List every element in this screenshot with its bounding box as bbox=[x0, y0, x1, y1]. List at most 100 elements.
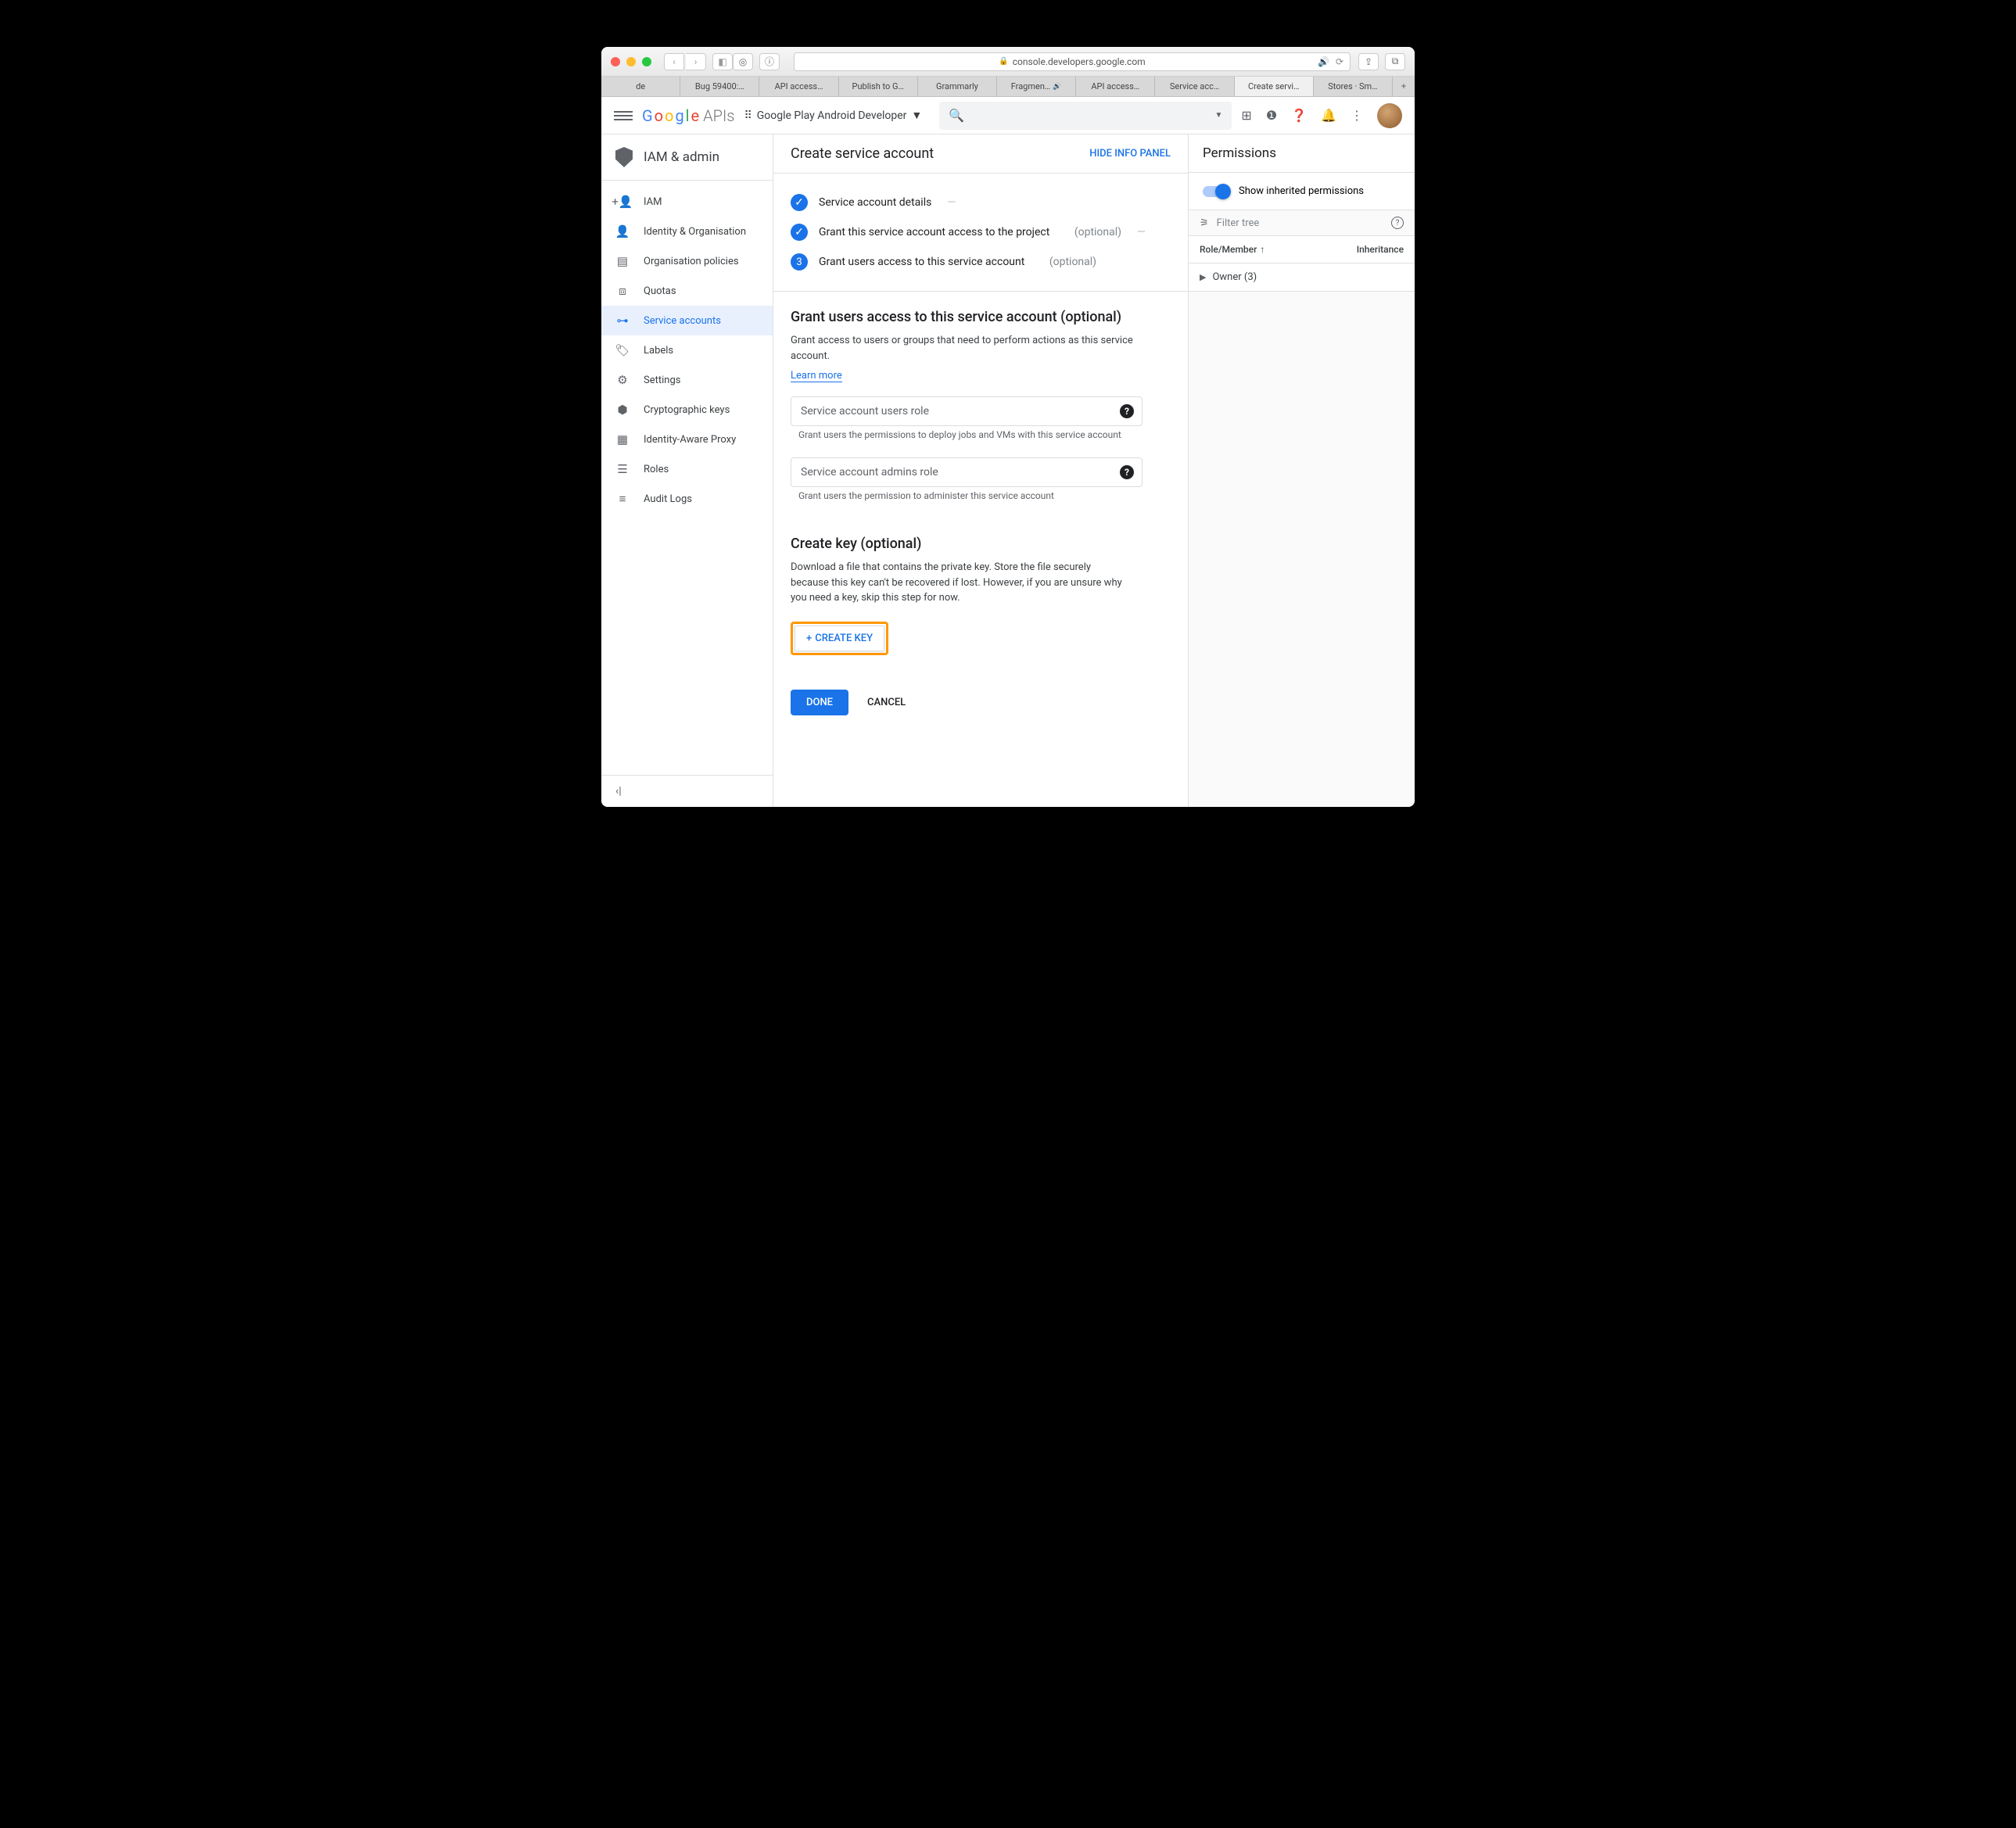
step-number-badge: 3 bbox=[791, 253, 808, 271]
tab-sound-icon[interactable]: 🔊 bbox=[1053, 83, 1061, 91]
more-icon[interactable]: ⋮ bbox=[1351, 108, 1363, 123]
extension-icon[interactable]: ◎ bbox=[733, 53, 753, 70]
gift-icon[interactable]: ⊞ bbox=[1241, 108, 1251, 123]
sidebar-item-identity[interactable]: 👤Identity & Organisation bbox=[601, 217, 773, 246]
help-icon[interactable]: ? bbox=[1120, 404, 1134, 418]
form-actions: DONE CANCEL bbox=[773, 672, 1188, 733]
cancel-button[interactable]: CANCEL bbox=[867, 697, 906, 708]
filter-icon[interactable]: ⚞ bbox=[1200, 217, 1209, 229]
expand-arrow-icon[interactable]: ▶ bbox=[1200, 272, 1206, 282]
sidebar-item-audit[interactable]: ≡Audit Logs bbox=[601, 484, 773, 514]
search-input[interactable]: 🔍 ▼ bbox=[939, 102, 1232, 130]
browser-tab[interactable]: Stores · Sm… bbox=[1314, 77, 1393, 96]
forward-button[interactable]: › bbox=[686, 53, 706, 70]
info-icon[interactable]: ⓘ bbox=[759, 53, 780, 70]
grant-access-section: Grant users access to this service accou… bbox=[773, 292, 1188, 536]
google-apis-logo[interactable]: Google APIs bbox=[642, 106, 734, 125]
step-1[interactable]: Service account details — bbox=[791, 188, 1171, 217]
titlebar: ‹ › ◧ ◎ ⓘ 🔒 console.developers.google.co… bbox=[601, 47, 1415, 77]
edit-dash-icon[interactable]: — bbox=[1137, 226, 1146, 238]
done-button[interactable]: DONE bbox=[791, 690, 848, 715]
alert-icon[interactable]: ❶ bbox=[1266, 108, 1277, 123]
inherited-toggle[interactable] bbox=[1203, 186, 1229, 197]
browser-tab[interactable]: Publish to G… bbox=[839, 77, 918, 96]
main-content: Create service account HIDE INFO PANEL S… bbox=[773, 134, 1415, 807]
create-key-button[interactable]: + CREATE KEY bbox=[795, 625, 884, 651]
tabs-button[interactable]: ⧉ bbox=[1385, 53, 1405, 70]
sidebar-item-quotas[interactable]: ⧈Quotas bbox=[601, 276, 773, 306]
role-row[interactable]: ▶ Owner (3) bbox=[1189, 263, 1415, 292]
check-icon bbox=[791, 224, 808, 241]
sidebar-item-settings[interactable]: ⚙Settings bbox=[601, 365, 773, 395]
browser-tab[interactable]: API access… bbox=[1076, 77, 1155, 96]
page-title: Create service account bbox=[791, 145, 934, 162]
search-icon: 🔍 bbox=[949, 108, 964, 123]
section-title: Grant users access to this service accou… bbox=[791, 309, 1171, 325]
project-name: Google Play Android Developer bbox=[757, 109, 907, 122]
address-bar[interactable]: 🔒 console.developers.google.com 🔊 ⟳ bbox=[794, 52, 1351, 71]
section-desc: Download a file that contains the privat… bbox=[791, 560, 1127, 606]
browser-tab-active[interactable]: Create servi… bbox=[1235, 77, 1314, 96]
sound-icon[interactable]: 🔊 bbox=[1318, 56, 1329, 67]
browser-tab[interactable]: Bug 59400:… bbox=[680, 77, 759, 96]
permissions-panel: Permissions Show inherited permissions ⚞… bbox=[1188, 134, 1415, 807]
maximize-window-button[interactable] bbox=[642, 57, 651, 66]
proxy-icon: ▦ bbox=[615, 432, 630, 446]
field-hint: Grant users the permission to administer… bbox=[791, 487, 1143, 514]
browser-tab[interactable]: Service acc… bbox=[1155, 77, 1234, 96]
browser-tab[interactable]: API access… bbox=[759, 77, 838, 96]
share-button[interactable]: ⇪ bbox=[1358, 53, 1379, 70]
section-desc: Grant access to users or groups that nee… bbox=[791, 333, 1171, 364]
project-selector[interactable]: ⠿ Google Play Android Developer ▼ bbox=[744, 109, 922, 122]
reload-icon[interactable]: ⟳ bbox=[1336, 56, 1343, 67]
browser-tab[interactable]: Grammarly bbox=[918, 77, 997, 96]
sidebar-item-policies[interactable]: ▤Organisation policies bbox=[601, 246, 773, 276]
create-key-section: Create key (optional) Download a file th… bbox=[773, 536, 1188, 672]
step-3: 3 Grant users access to this service acc… bbox=[791, 247, 1171, 277]
filter-row: ⚞ Filter tree ? bbox=[1189, 210, 1415, 236]
sidebar-item-iam[interactable]: +👤IAM bbox=[601, 187, 773, 217]
help-icon[interactable]: ❓ bbox=[1291, 108, 1307, 123]
minimize-window-button[interactable] bbox=[626, 57, 636, 66]
help-icon[interactable]: ? bbox=[1391, 217, 1404, 229]
sidebar-item-crypto[interactable]: ⬢Cryptographic keys bbox=[601, 395, 773, 425]
lock-icon: ⬢ bbox=[615, 403, 630, 417]
sidebar-item-iap[interactable]: ▦Identity-Aware Proxy bbox=[601, 425, 773, 454]
sort-arrow-icon[interactable]: ↑ bbox=[1260, 244, 1264, 255]
learn-more-link[interactable]: Learn more bbox=[791, 370, 842, 382]
users-role-input[interactable]: Service account users role ? bbox=[791, 396, 1143, 426]
lock-icon: 🔒 bbox=[999, 57, 1008, 66]
help-icon[interactable]: ? bbox=[1120, 465, 1134, 479]
collapse-sidebar-button[interactable]: ‹| bbox=[601, 775, 773, 807]
avatar[interactable] bbox=[1377, 103, 1402, 128]
browser-tab[interactable]: Fragmen…🔊 bbox=[997, 77, 1076, 96]
table-header: Role/Member ↑ Inheritance bbox=[1189, 236, 1415, 263]
tag-icon: 🏷 bbox=[615, 343, 630, 357]
edit-dash-icon[interactable]: — bbox=[947, 196, 956, 209]
step-2[interactable]: Grant this service account access to the… bbox=[791, 217, 1171, 247]
sidebar-item-labels[interactable]: 🏷Labels bbox=[601, 335, 773, 365]
sidebar-item-roles[interactable]: ☰Roles bbox=[601, 454, 773, 484]
chevron-down-icon: ▼ bbox=[1215, 111, 1223, 120]
person-icon: 👤 bbox=[615, 224, 630, 238]
sidebar-toggle-button[interactable]: ◧ bbox=[712, 53, 733, 70]
url-text: console.developers.google.com bbox=[1013, 56, 1146, 67]
new-tab-button[interactable]: + bbox=[1393, 77, 1415, 96]
hide-info-panel-button[interactable]: HIDE INFO PANEL bbox=[1089, 148, 1171, 160]
roles-icon: ☰ bbox=[615, 462, 630, 476]
audit-icon: ≡ bbox=[615, 492, 630, 506]
nav-buttons: ‹ › bbox=[664, 53, 706, 70]
close-window-button[interactable] bbox=[611, 57, 620, 66]
sidebar-title: IAM & admin bbox=[601, 134, 773, 181]
gear-icon: ⚙ bbox=[615, 373, 630, 387]
menu-icon[interactable] bbox=[614, 111, 633, 120]
sidebar-item-service-accounts[interactable]: ⊶Service accounts bbox=[601, 306, 773, 335]
admins-role-input[interactable]: Service account admins role ? bbox=[791, 457, 1143, 487]
plus-icon: + bbox=[806, 633, 812, 644]
stepper: Service account details — Grant this ser… bbox=[773, 174, 1188, 292]
back-button[interactable]: ‹ bbox=[664, 53, 684, 70]
sidebar: IAM & admin +👤IAM 👤Identity & Organisati… bbox=[601, 134, 773, 807]
filter-input[interactable]: Filter tree bbox=[1217, 217, 1260, 229]
browser-tab[interactable]: de bbox=[601, 77, 680, 96]
notifications-icon[interactable]: 🔔 bbox=[1321, 108, 1336, 123]
